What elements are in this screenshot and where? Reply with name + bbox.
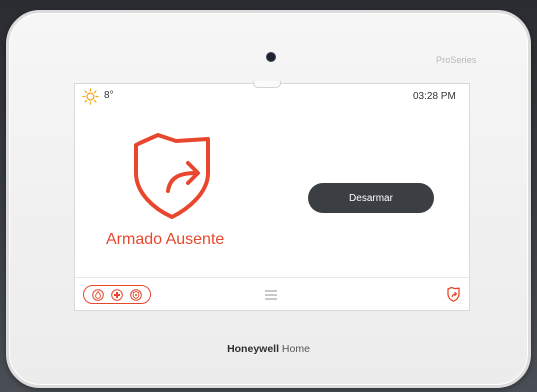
series-label: ProSeries [436, 55, 477, 65]
medical-icon [111, 288, 123, 301]
brand-logo: Honeywell Home [0, 343, 537, 355]
menu-icon[interactable] [264, 289, 278, 301]
shield-arrow-icon[interactable] [130, 133, 216, 221]
police-icon [129, 288, 142, 301]
arm-status-label: Armado Ausente [106, 231, 225, 248]
brand-suffix: Home [281, 343, 310, 355]
temperature: 8° [104, 90, 114, 101]
disarm-button[interactable]: Desarmar [308, 183, 434, 213]
sun-icon [82, 88, 99, 105]
pull-down-tab[interactable] [253, 81, 281, 88]
brand-name: Honeywell [227, 343, 279, 355]
emergency-button[interactable] [83, 285, 151, 304]
fire-icon [92, 288, 105, 301]
camera-lens [267, 53, 275, 61]
clock: 03:28 PM [413, 91, 456, 102]
arm-status-icon[interactable] [445, 286, 462, 303]
bottom-divider [75, 277, 469, 278]
